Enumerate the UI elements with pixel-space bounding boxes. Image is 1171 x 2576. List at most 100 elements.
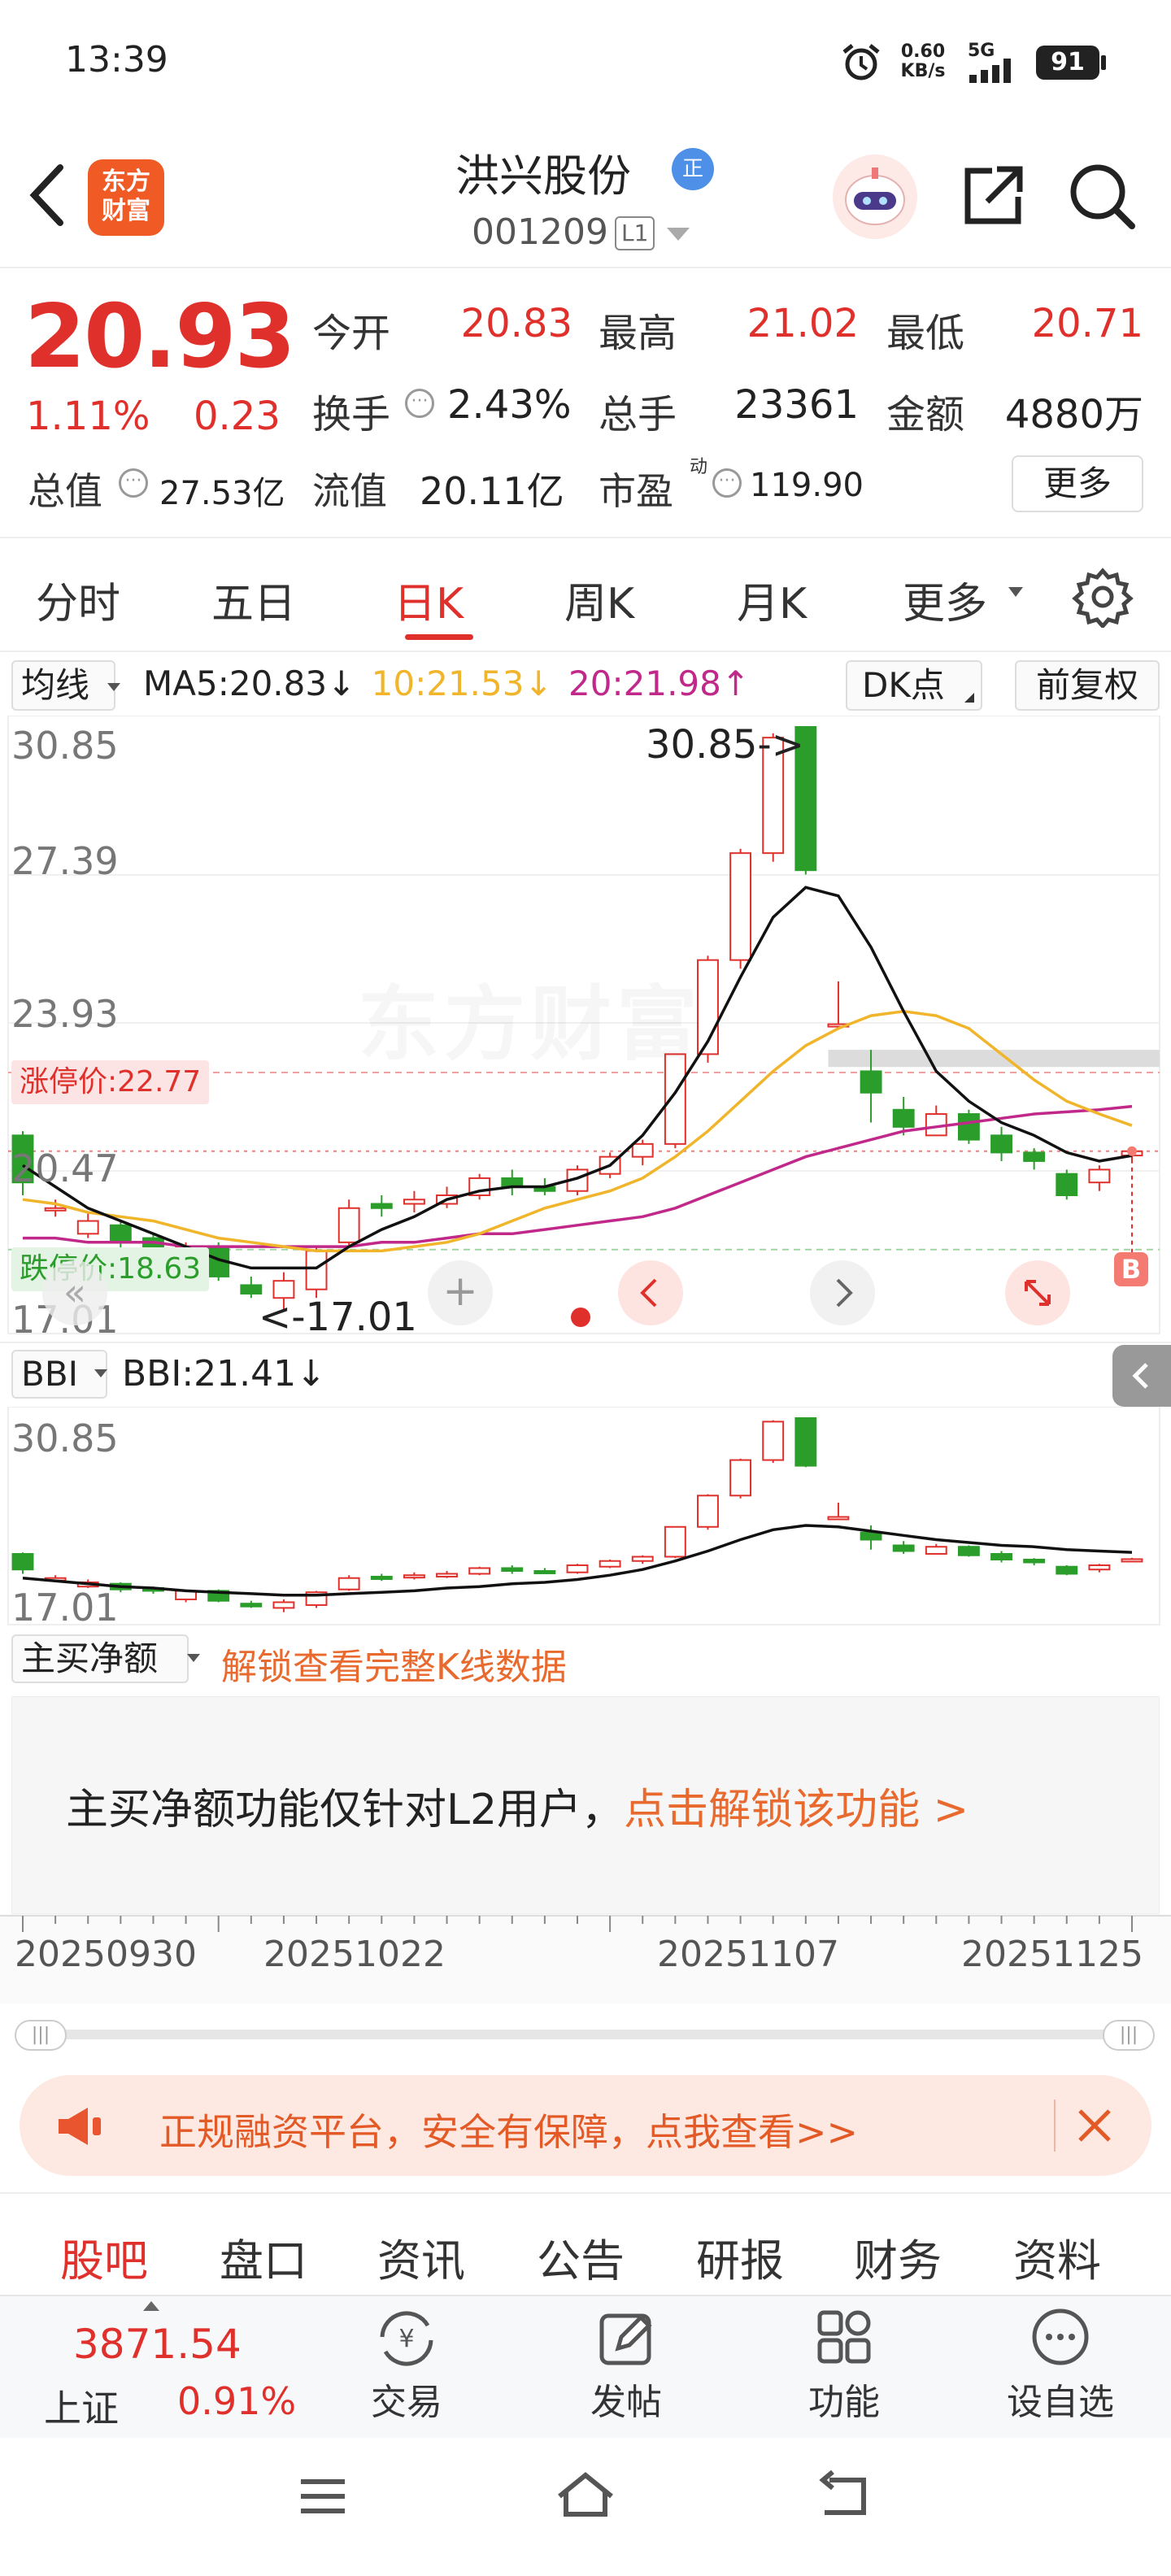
range-slider-right-handle[interactable]: ||| [1103,2020,1155,2051]
bbi-candle-body [566,1564,589,1573]
open-value: 20.83 [460,301,572,346]
index-value[interactable]: 3871.54 [73,2321,242,2368]
bbi-y-bottom: 17.01 [11,1586,119,1630]
unlock-feature-link[interactable]: 点击解锁该功能 > [624,1786,969,1834]
bbi-candle-body [762,1421,785,1461]
ma-selector[interactable]: 均线 [11,660,116,711]
side-collapse-icon[interactable] [1112,1345,1171,1407]
dropdown-icon[interactable] [667,228,690,241]
signal-icon [969,59,1023,83]
ma20-arrow: ↑ [720,664,751,703]
tab-yuek[interactable]: 月K [737,569,807,630]
bottom-tab-yanbao[interactable]: 研报 [696,2225,784,2289]
ma20-value: 20:21.98 [568,664,721,703]
bottom-tab-pankou[interactable]: 盘口 [220,2225,307,2289]
bottom-tab-gonggao[interactable]: 公告 [537,2225,625,2289]
back-icon[interactable] [24,163,70,228]
function-button[interactable]: 功能 [779,2306,909,2425]
tab-label: 分时 [36,580,121,629]
bbi-selector-label: BBI [21,1354,79,1394]
candle-body [370,1203,393,1209]
bbi-candle-body [501,1567,524,1572]
bbi-y-top: 30.85 [11,1416,119,1460]
ad-banner[interactable]: 正规融资平台，安全有保障，点我查看>> [20,2075,1151,2176]
candle-body [1023,1151,1046,1162]
tab-wuri[interactable]: 五日 [211,569,296,630]
range-slider-track[interactable] [41,2030,1114,2039]
gear-icon[interactable] [1072,566,1134,628]
bbi-selector[interactable]: BBI [11,1350,108,1399]
robot-assistant-icon[interactable] [833,154,917,239]
zoom-out-button[interactable]: « [42,1260,107,1325]
limit-down-label: 跌停价:18.63 [11,1247,210,1291]
y-label-2: 27.39 [11,839,119,883]
share-icon[interactable] [956,159,1030,233]
tab-more-caret-icon [1008,587,1023,597]
netbuy-selector[interactable]: 主买净额 [11,1634,189,1683]
badge-text: 正 [681,157,703,181]
bottom-tab-label: 研报 [696,2235,784,2287]
bbi-chart[interactable] [0,1407,1171,1626]
high-value: 21.02 [747,301,859,346]
logo-line1: 东方 [102,168,150,196]
candle-body [631,1142,654,1158]
low-value: 20.71 [1031,301,1143,346]
add-watchlist-button[interactable]: 设自选 [987,2306,1134,2425]
menu-icon[interactable] [296,2472,350,2521]
bottom-tab-label: 资料 [1013,2235,1101,2287]
bbi-candle-body [370,1575,393,1580]
bbi-candle-body [925,1546,947,1555]
bbi-candle-body [892,1544,915,1552]
trade-button[interactable]: ¥ 交易 [342,2306,472,2425]
netbuy-message: 主买净额功能仅针对L2用户， [66,1786,625,1834]
x-date-1: 20250930 [15,1934,197,1975]
next-candle-button[interactable] [810,1260,875,1325]
adjust-button[interactable]: 前复权 [1015,660,1160,711]
post-button[interactable]: 发帖 [561,2306,691,2425]
trade-label: 交易 [371,2382,442,2423]
info-icon[interactable]: ··· [712,468,742,498]
change-percent: 1.11% [26,394,150,439]
tab-rik[interactable]: 日K [394,569,464,630]
info-icon[interactable]: ··· [405,389,434,418]
candle-body [957,1113,980,1141]
badge-zheng: 正 [672,148,714,190]
ma5-value: MA5:20.83 [143,664,328,703]
crosshair-button[interactable]: + [428,1260,493,1325]
range-slider-left-handle[interactable]: ||| [15,2020,67,2051]
tab-fenshi[interactable]: 分时 [36,569,120,630]
search-icon[interactable] [1065,159,1138,233]
info-icon[interactable]: ··· [119,468,148,498]
b-marker[interactable]: B [1114,1252,1148,1286]
back-nav-icon[interactable] [813,2469,875,2521]
turnover-label: 换手 [312,392,391,437]
unlock-kline-link[interactable]: 解锁查看完整K线数据 [221,1638,567,1690]
candle-body [240,1284,263,1295]
candle-body [305,1250,328,1290]
tab-zhouk[interactable]: 周K [564,569,634,630]
app-logo[interactable]: 东方 财富 [88,159,164,236]
tab-label: 日K [394,580,464,629]
home-icon[interactable] [553,2469,618,2521]
bbi-candle-body [240,1603,263,1608]
megaphone-icon [52,2098,109,2155]
amount-value: 4880万 [1004,392,1143,437]
tab-more[interactable]: 更多 [903,569,987,630]
candle-body [1088,1168,1111,1184]
bottom-tab-guba[interactable]: 股吧 [60,2225,148,2289]
bbi-line [22,1524,1133,1597]
candle-body [76,1220,99,1235]
bottom-tab-caiwu[interactable]: 财务 [854,2225,942,2289]
bottom-tab-ziliao[interactable]: 资料 [1013,2225,1101,2289]
more-quote-button[interactable]: 更多 [1012,455,1143,512]
bottom-tab-zixun[interactable]: 资讯 [377,2225,465,2289]
change-amount: 0.23 [194,394,281,439]
dk-button[interactable]: DK点 [846,660,982,711]
ma10-arrow: ↓ [524,664,553,703]
close-icon[interactable] [1073,2104,1116,2147]
prev-candle-button[interactable] [618,1260,683,1325]
bbi-candle-body [631,1556,654,1562]
fullscreen-button[interactable] [1005,1260,1070,1325]
ma5-arrow: ↓ [327,664,356,703]
x-date-4: 20251125 [961,1934,1143,1975]
